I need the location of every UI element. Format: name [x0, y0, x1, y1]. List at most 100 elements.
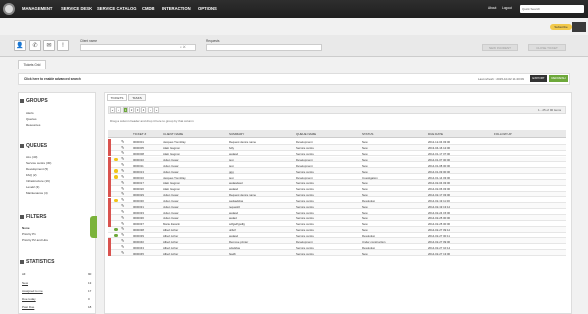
phone-icon[interactable]: ✆ [29, 40, 41, 51]
col-queue-name[interactable]: QUEUE NAME [296, 132, 316, 136]
edit-icon[interactable]: ✎ [121, 244, 124, 249]
queue-item-all[interactable]: ALL (40) [26, 155, 37, 159]
stat-new-label[interactable]: New [22, 281, 28, 285]
stat-all-label[interactable]: All [22, 272, 25, 276]
col-ticket[interactable]: TICKET # [133, 132, 146, 136]
nav-service-catalog[interactable]: SERVICE CATALOG [97, 6, 137, 11]
alert-icon[interactable]: ! [57, 40, 69, 51]
grid-tab-tickets[interactable]: TICKETS [107, 94, 127, 101]
cell-ticket-id: 0000011 [133, 163, 144, 168]
cell-due-date: 2014-02-25 00:00 [428, 222, 451, 227]
edit-icon[interactable]: ✎ [121, 186, 124, 191]
nav-management[interactable]: MANAGEMENT [22, 6, 52, 11]
col-client-name[interactable]: CLIENT NAME [163, 132, 183, 136]
queue-item-maintenance[interactable]: Maintenance (4) [26, 191, 48, 195]
cell-ticket-id: 0000031 [133, 204, 144, 209]
advanced-search-link[interactable]: Click here to enable advanced search [24, 77, 81, 81]
pager-last-icon[interactable]: » [154, 107, 159, 113]
cell-status: New [362, 140, 368, 145]
cell-status: New [362, 181, 368, 186]
edit-icon[interactable]: ✎ [121, 139, 124, 144]
export-button[interactable]: EXPORT [530, 75, 547, 82]
group-item-resources[interactable]: Resources [26, 123, 40, 127]
col-due-date[interactable]: DUE DATE [428, 132, 443, 136]
cell-ticket-id: 0000039 [133, 234, 144, 238]
cell-summary: test [229, 163, 234, 168]
pager-first-icon[interactable]: « [110, 107, 115, 113]
nav-service-desk[interactable]: SERVICE DESK [61, 6, 92, 11]
cell-summary: sdfgsdfgsdfg [229, 222, 245, 227]
group-item-alerts[interactable]: Alerts [26, 111, 34, 115]
cell-due-date: 2014-02-27 10:14 [428, 245, 451, 250]
edit-icon[interactable]: ✎ [121, 180, 124, 185]
cell-client-name: Alain Gagnon [163, 146, 180, 151]
mail-icon[interactable]: ✉ [43, 40, 55, 51]
stat-assigned-label[interactable]: Assigned to me [22, 289, 43, 293]
pager-page-1[interactable]: 1 [123, 107, 128, 113]
queue-item-service-centre[interactable]: Service centre (30) [26, 161, 51, 165]
edit-icon[interactable]: ✎ [121, 238, 124, 243]
edit-icon[interactable]: ✎ [121, 156, 124, 161]
queue-item-development[interactable]: Development (5) [26, 167, 48, 171]
cell-status: New [362, 222, 368, 227]
edit-icon[interactable]: ✎ [121, 203, 124, 208]
edit-icon[interactable]: ✎ [121, 168, 124, 173]
stat-past-due-label[interactable]: Past Due [22, 305, 34, 309]
grid-tab-tasks[interactable]: TASKS [128, 94, 146, 101]
edit-icon[interactable]: ✎ [121, 215, 124, 220]
col-status[interactable]: STATUS [362, 132, 373, 136]
edit-icon[interactable]: ✎ [121, 162, 124, 167]
edit-icon[interactable]: ✎ [121, 150, 124, 155]
edit-icon[interactable]: ✎ [121, 232, 124, 237]
edit-icon[interactable]: ✎ [121, 191, 124, 196]
subscribe-button[interactable]: Subscribe [550, 24, 572, 30]
cell-queue-name: Service centre [296, 146, 314, 151]
edit-icon[interactable]: ✎ [121, 145, 124, 150]
user-panel[interactable] [572, 22, 586, 32]
edit-icon[interactable]: ✎ [121, 226, 124, 231]
sidebar-collapse-handle[interactable] [90, 216, 97, 238]
queue-item-level2[interactable]: Level2 (3) [26, 185, 39, 189]
edit-icon[interactable]: ✎ [121, 197, 124, 202]
quick-search-input[interactable]: Quick Search [520, 5, 584, 13]
filter-item-p1[interactable]: Priority P1 [22, 232, 36, 236]
col-summary[interactable]: SUMMARY [229, 132, 244, 136]
edit-icon[interactable]: ✎ [121, 174, 124, 179]
queue-item-infrastructure[interactable]: Infrastructure (19) [26, 179, 50, 183]
filter-item-none[interactable]: None [22, 226, 30, 230]
filter-item-p2[interactable]: Priority P2 and Hire [22, 238, 48, 242]
cell-queue-name: Service centre [296, 169, 314, 174]
logo-icon[interactable] [3, 3, 15, 15]
close-ticket-button[interactable]: CLOSE TICKET [528, 44, 566, 51]
stat-due-today-label[interactable]: Due today [22, 297, 36, 301]
new-incident-button[interactable]: NEW INCIDENT [482, 44, 518, 51]
about-link[interactable]: About [488, 6, 496, 10]
pager-page-2[interactable]: 2 [129, 107, 134, 113]
nav-cmdb[interactable]: CMDB [142, 6, 155, 11]
user-icon[interactable]: 👤 [14, 40, 26, 51]
cell-ticket-id: 0000010 [133, 157, 144, 162]
pager-page-3[interactable]: 3 [135, 107, 140, 113]
pager-next-icon[interactable]: › [148, 107, 153, 113]
nav-interaction[interactable]: INTERACTION [162, 6, 191, 11]
requests-input[interactable] [206, 44, 322, 51]
logout-link[interactable]: Logout [502, 6, 512, 10]
stat-all-count: 90 [88, 272, 92, 276]
queue-item-faq[interactable]: FAQ (2) [26, 173, 37, 177]
pager-page-4[interactable]: 4 [141, 107, 146, 113]
pager-prev-icon[interactable]: ‹ [116, 107, 121, 113]
col-follow-up[interactable]: FOLLOW UP [494, 132, 512, 136]
cell-summary: test [229, 175, 234, 180]
cell-queue-name: Development [296, 157, 313, 162]
cell-queue-name: Service centre [296, 193, 314, 198]
group-item-queries[interactable]: Queries [26, 117, 37, 121]
tab-tickets-grid[interactable]: Tickets Grid [18, 60, 46, 69]
edit-icon[interactable]: ✎ [121, 209, 124, 214]
edit-icon[interactable]: ✎ [121, 221, 124, 226]
nav-options[interactable]: OPTIONS [198, 6, 217, 11]
client-name-input[interactable] [80, 44, 196, 51]
search-icon[interactable]: ⌕ ✕ [180, 45, 186, 49]
edit-icon[interactable]: ✎ [121, 250, 124, 255]
status-dot-icon [114, 227, 118, 232]
refresh-button[interactable]: REFRESH [549, 75, 568, 82]
